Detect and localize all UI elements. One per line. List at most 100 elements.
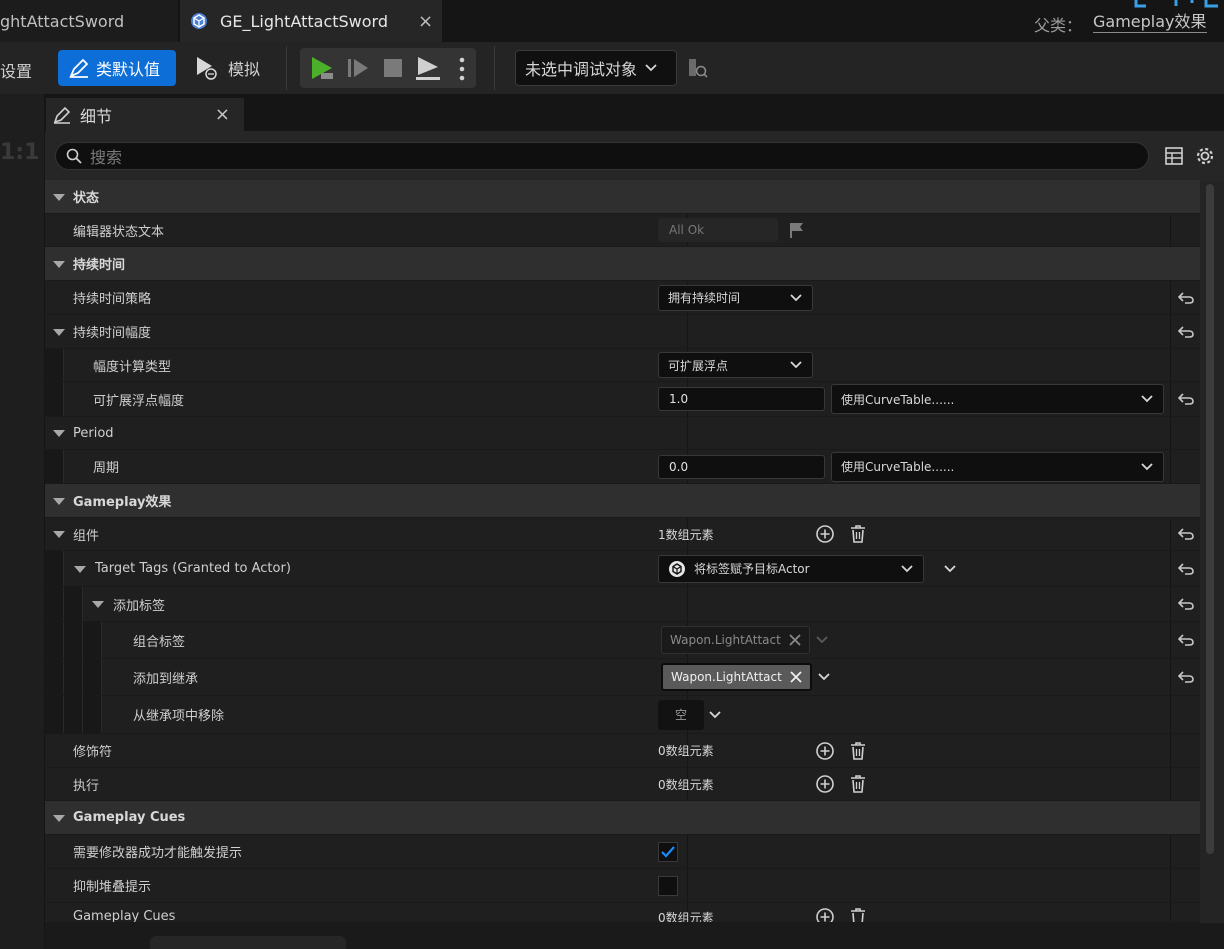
- section-gameplay-cues[interactable]: Gameplay Cues: [45, 801, 1200, 835]
- dropdown-value: 使用CurveTable......: [841, 392, 955, 407]
- checkbox-unchecked[interactable]: [658, 875, 678, 896]
- add-element-icon[interactable]: [814, 523, 836, 545]
- tag-picker-chevron-icon[interactable]: [818, 673, 830, 681]
- debug-search-icon[interactable]: [686, 56, 710, 80]
- section-gameplay-effect[interactable]: Gameplay效果: [45, 484, 1200, 518]
- simulate-button[interactable]: 模拟: [194, 55, 260, 81]
- trash-icon[interactable]: [847, 906, 869, 922]
- details-search-input[interactable]: 搜索: [55, 142, 1149, 170]
- details-icon: [52, 105, 72, 125]
- column-splitter[interactable]: [687, 315, 688, 348]
- number-value: 0.0: [669, 459, 689, 474]
- class-settings-label: 设置: [0, 62, 33, 81]
- expand-arrow-icon: [53, 815, 65, 822]
- details-tab[interactable]: 细节 ×: [46, 98, 244, 131]
- tab-close-icon[interactable]: ×: [418, 11, 433, 32]
- play-options-icon[interactable]: [456, 56, 468, 82]
- reset-arrow-icon: [1178, 291, 1194, 304]
- play-icon[interactable]: [308, 54, 336, 82]
- reset-to-default-button[interactable]: [1170, 518, 1201, 550]
- curve-table-dropdown[interactable]: 使用CurveTable......: [831, 384, 1164, 414]
- section-label: Gameplay效果: [73, 495, 172, 510]
- trash-icon[interactable]: [847, 773, 869, 795]
- indent-guide: [83, 622, 102, 658]
- tab-active-asset[interactable]: GE_LightAttactSword ×: [180, 0, 442, 42]
- row-components[interactable]: 组件 1数组元素: [45, 518, 1200, 551]
- tag-chip[interactable]: Wapon.LightAttact: [661, 663, 812, 691]
- column-splitter[interactable]: [687, 869, 688, 902]
- property-label: Target Tags (Granted to Actor): [95, 561, 291, 576]
- component-class-dropdown[interactable]: 将标签赋予目标Actor: [658, 554, 924, 583]
- row-target-tags[interactable]: Target Tags (Granted to Actor) 将标签赋予目标Ac…: [45, 551, 1200, 587]
- reset-arrow-icon: [1178, 598, 1194, 610]
- step-icon[interactable]: [346, 56, 370, 80]
- curve-table-dropdown[interactable]: 使用CurveTable......: [831, 451, 1164, 482]
- column-splitter[interactable]: [687, 587, 688, 621]
- checkbox-checked[interactable]: [658, 841, 678, 862]
- chevron-down-icon: [901, 564, 913, 572]
- stop-icon[interactable]: [382, 57, 404, 79]
- class-defaults-button[interactable]: 类默认值: [58, 50, 176, 86]
- class-settings-button[interactable]: 设置: [0, 58, 32, 82]
- settings-gear-icon[interactable]: [1194, 145, 1216, 167]
- section-label: Period: [73, 425, 114, 441]
- expand-arrow-icon: [74, 566, 86, 573]
- section-period[interactable]: Period: [45, 417, 1200, 450]
- row-duration-magnitude[interactable]: 持续时间幅度: [45, 315, 1200, 349]
- reset-to-default-button[interactable]: [1170, 315, 1201, 348]
- empty-tag-box[interactable]: 空: [658, 699, 704, 730]
- checkmark-icon: [661, 845, 675, 858]
- magnitude-number-field[interactable]: 1.0: [658, 387, 825, 411]
- calc-type-dropdown[interactable]: 可扩展浮点: [658, 352, 813, 378]
- dropdown-value: 拥有持续时间: [668, 291, 741, 305]
- reset-to-default-button[interactable]: [1170, 551, 1201, 586]
- property-label: 执行: [73, 778, 100, 794]
- row-gameplay-cues-list: Gameplay Cues 0数组元素: [45, 903, 1200, 923]
- debug-object-select[interactable]: 未选中调试对象: [515, 50, 677, 86]
- reset-to-default-button[interactable]: [1170, 587, 1201, 621]
- row-add-tags[interactable]: 添加标签: [45, 587, 1200, 622]
- column-splitter[interactable]: [687, 417, 688, 449]
- reset-to-default-button[interactable]: [1170, 659, 1201, 695]
- section-status[interactable]: 状态: [45, 180, 1200, 214]
- dropdown-value: 将标签赋予目标Actor: [694, 562, 810, 576]
- chevron-down-icon: [816, 636, 828, 644]
- chevron-down-icon: [790, 361, 802, 369]
- trash-icon[interactable]: [847, 523, 869, 545]
- table-view-icon[interactable]: [1164, 146, 1184, 166]
- reset-to-default-button[interactable]: [1170, 281, 1201, 314]
- trash-icon[interactable]: [847, 740, 869, 762]
- reset-to-default-button[interactable]: [1170, 622, 1201, 658]
- property-label: 持续时间幅度: [73, 326, 152, 341]
- duration-policy-dropdown[interactable]: 拥有持续时间: [658, 284, 813, 311]
- remove-tag-icon[interactable]: [790, 671, 802, 683]
- edit-defaults-icon: [68, 57, 90, 79]
- flag-icon: [788, 221, 806, 239]
- period-number-field[interactable]: 0.0: [658, 454, 825, 479]
- section-label: 状态: [73, 191, 100, 206]
- array-count: 0数组元素: [658, 777, 714, 792]
- chevron-down-icon[interactable]: [709, 710, 721, 719]
- reset-arrow-icon: [1178, 634, 1194, 646]
- tab-previous-asset[interactable]: ghtAttactSword: [0, 0, 178, 42]
- row-editor-status-text: 编辑器状态文本 All Ok: [45, 214, 1200, 247]
- options-chevron-icon[interactable]: [944, 564, 956, 573]
- indent-guide: [45, 551, 64, 586]
- indent-guide: [64, 587, 83, 621]
- details-close-icon[interactable]: ×: [215, 104, 230, 125]
- add-element-icon[interactable]: [814, 740, 836, 762]
- parent-class-link[interactable]: Gameplay效果: [1093, 12, 1207, 33]
- column-splitter[interactable]: [687, 835, 688, 868]
- zoom-level: 1:1: [0, 140, 40, 165]
- section-duration[interactable]: 持续时间: [45, 247, 1200, 281]
- add-element-icon[interactable]: [814, 906, 836, 922]
- indent-guide: [64, 622, 83, 658]
- class-defaults-label: 类默认值: [96, 60, 161, 79]
- reset-to-default-button[interactable]: [1170, 382, 1201, 416]
- row-scalable-float-magnitude: 可扩展浮点幅度 1.0 使用CurveTable......: [45, 382, 1200, 417]
- add-element-icon[interactable]: [814, 773, 836, 795]
- tab-active-label: GE_LightAttactSword: [220, 11, 389, 31]
- debug-object-value: 未选中调试对象: [525, 60, 638, 79]
- scrollbar-thumb[interactable]: [1206, 184, 1214, 854]
- eject-icon[interactable]: [414, 55, 442, 81]
